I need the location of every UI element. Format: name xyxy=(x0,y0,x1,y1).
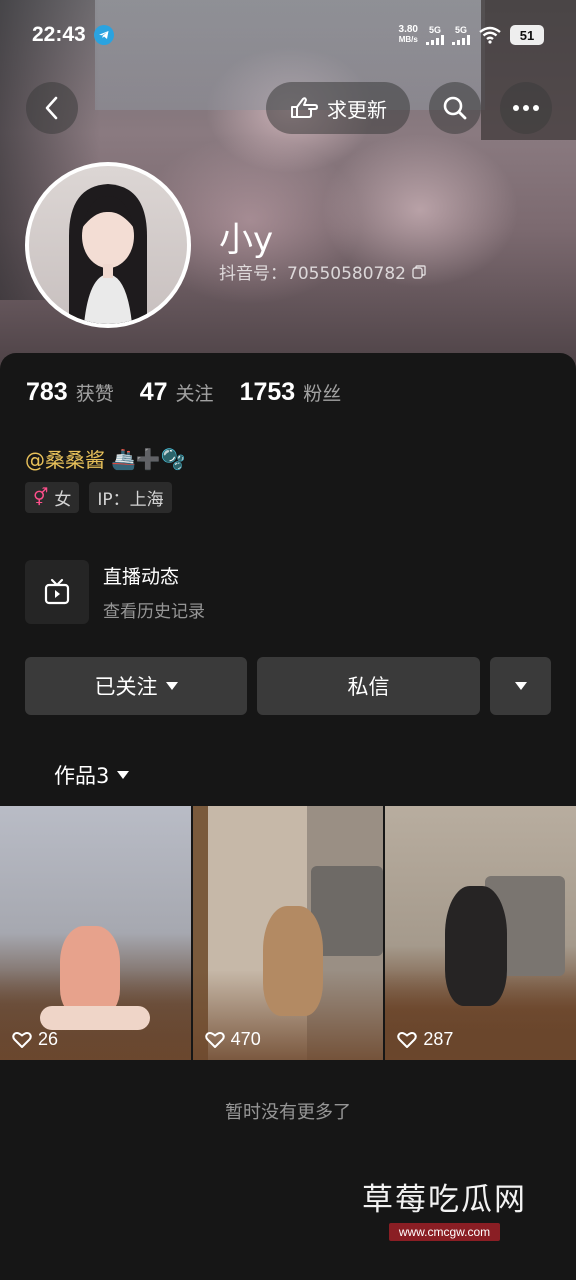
message-button[interactable]: 私信 xyxy=(257,657,480,715)
signal-sim2-icon: 5G xyxy=(452,25,470,45)
female-icon: ⚥ xyxy=(33,487,49,508)
copy-icon[interactable] xyxy=(412,264,426,279)
stat-following-label: 关注 xyxy=(175,383,214,405)
status-icons: 3.80 MB/s 5G 5G 51 xyxy=(399,25,544,45)
gender-tag: ⚥ 女 xyxy=(25,482,80,513)
stat-followers[interactable]: 1753 粉丝 xyxy=(240,378,342,407)
video-thumbnail[interactable]: 470 xyxy=(192,806,384,1060)
signal-sim1-icon: 5G xyxy=(426,25,444,45)
network-speed: 3.80 MB/s xyxy=(399,25,418,45)
like-count: 470 xyxy=(204,1029,261,1050)
tab-works[interactable]: 作品3 xyxy=(54,760,130,790)
status-time: 22:43 xyxy=(32,23,86,46)
signal-sim2-label: 5G xyxy=(454,25,467,35)
back-button[interactable] xyxy=(26,82,78,134)
profile-name: 小y xyxy=(219,220,274,260)
stat-following[interactable]: 47 关注 xyxy=(140,378,214,407)
live-history-subtitle: 查看历史记录 xyxy=(103,602,205,622)
network-speed-unit: MB/s xyxy=(398,35,418,44)
live-history-text: 直播动态 查看历史记录 xyxy=(103,562,205,622)
more-dots-icon xyxy=(513,105,539,111)
stat-likes-count: 783 xyxy=(26,378,68,406)
site-watermark: 草莓吃瓜网 www.cmcgw.com xyxy=(362,1174,527,1241)
pointing-hand-icon xyxy=(291,97,318,118)
video-thumbnail[interactable]: 26 xyxy=(0,806,191,1060)
thumbnail-figure xyxy=(60,926,120,1016)
watermark-url: www.cmcgw.com xyxy=(388,1223,501,1241)
stat-likes[interactable]: 783 获赞 xyxy=(26,378,114,407)
end-of-list-note: 暂时没有更多了 xyxy=(225,1102,351,1123)
signal-sim1-label: 5G xyxy=(428,25,441,35)
live-history-title: 直播动态 xyxy=(103,566,180,588)
stat-likes-label: 获赞 xyxy=(75,383,114,405)
like-count: 26 xyxy=(12,1029,58,1050)
request-update-button[interactable]: 求更新 xyxy=(266,82,410,134)
like-count: 287 xyxy=(397,1029,453,1050)
caret-down-icon xyxy=(514,682,527,690)
avatar[interactable] xyxy=(25,162,191,328)
more-options-button[interactable] xyxy=(500,82,552,134)
like-count-value: 470 xyxy=(230,1029,261,1049)
caret-down-icon xyxy=(165,682,178,690)
network-speed-value: 3.80 xyxy=(398,24,418,35)
thumbnail-figure xyxy=(445,886,508,1006)
ip-location-label: IP：上海 xyxy=(97,490,164,510)
chevron-left-icon xyxy=(45,96,58,120)
tv-icon xyxy=(44,578,70,605)
avatar-image xyxy=(29,166,187,324)
gender-label: 女 xyxy=(54,490,72,510)
video-thumbnail[interactable]: 287 xyxy=(385,806,576,1060)
caret-down-icon xyxy=(117,771,130,779)
stat-followers-count: 1753 xyxy=(239,378,296,406)
douyin-id-text: 抖音号：70550580782 xyxy=(219,264,406,284)
message-label: 私信 xyxy=(347,675,390,699)
heart-icon xyxy=(12,1031,32,1048)
heart-icon xyxy=(204,1031,225,1048)
video-grid: 26 470 287 xyxy=(0,806,576,1060)
following-button[interactable]: 已关注 xyxy=(25,657,247,715)
profile-handle[interactable]: @桑桑酱 🚢➕🫧 xyxy=(25,444,186,473)
douyin-id: 抖音号：70550580782 xyxy=(219,259,426,284)
like-count-value: 26 xyxy=(38,1029,59,1049)
stat-following-count: 47 xyxy=(139,378,168,406)
thumbnail-figure-legs xyxy=(40,1006,150,1030)
tab-works-label: 作品3 xyxy=(54,764,110,788)
expand-recommendations-button[interactable] xyxy=(490,657,551,715)
thumbnail-figure xyxy=(262,906,323,1016)
ip-location-tag: IP：上海 xyxy=(89,482,172,513)
following-label: 已关注 xyxy=(94,675,158,699)
handle-text: @桑桑酱 xyxy=(25,448,105,472)
live-history-entry[interactable]: 直播动态 查看历史记录 xyxy=(25,560,205,624)
like-count-value: 287 xyxy=(423,1029,454,1049)
search-icon xyxy=(443,96,467,120)
telegram-icon xyxy=(93,25,114,45)
stat-followers-label: 粉丝 xyxy=(303,383,342,405)
profile-stats: 783 获赞 47 关注 1753 粉丝 xyxy=(26,378,341,407)
search-button[interactable] xyxy=(429,82,481,134)
heart-icon xyxy=(397,1031,418,1048)
watermark-title: 草莓吃瓜网 xyxy=(362,1182,527,1218)
profile-tags: ⚥ 女 IP：上海 xyxy=(25,482,172,513)
live-tv-icon-box xyxy=(25,560,89,624)
status-bar: 22:43 3.80 MB/s 5G 5G 51 xyxy=(0,0,576,70)
handle-emoji: 🚢➕🫧 xyxy=(111,446,186,471)
request-update-label: 求更新 xyxy=(327,97,387,122)
battery-icon: 51 xyxy=(510,25,544,45)
wifi-icon xyxy=(479,26,501,44)
